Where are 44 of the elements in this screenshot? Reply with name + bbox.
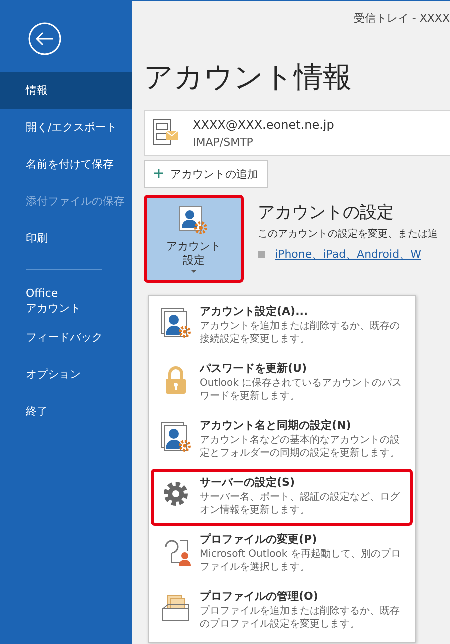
button-label-line: アカウント	[166, 240, 222, 254]
menu-item-title: アカウント設定(A)...	[200, 304, 310, 319]
account-gear-icon	[160, 421, 192, 453]
mobile-setup-link[interactable]: iPhone、iPad、Android、W	[275, 247, 422, 262]
menu-item[interactable]: パスワードを更新(U) Outlook に保存されているアカウントのパスワードを更新します。	[151, 355, 413, 412]
account-gear-icon	[160, 307, 192, 339]
account-gear-icon	[179, 206, 209, 236]
menu-item-title: パスワードを更新(U)	[200, 361, 308, 376]
account-type: IMAP/SMTP	[193, 136, 254, 148]
window-title: 受信トレイ - XXXX	[352, 11, 450, 26]
menu-item[interactable]: アカウント設定(A)... アカウントを追加または削除するか、既存の接続設定を変更します。	[151, 298, 413, 355]
menu-item-description: プロファイルを追加または削除するか、既存のプロファイル設定を変更します。	[200, 605, 401, 631]
sidebar-item[interactable]: Office アカウント	[0, 282, 132, 319]
menu-item-description: Outlook に保存されているアカウントのパスワードを更新します。	[200, 377, 404, 403]
menu-item-description: アカウントを追加または削除するか、既存の接続設定を変更します。	[200, 320, 401, 346]
sidebar-item[interactable]: 開く/エクスポート	[0, 109, 132, 146]
add-account-button[interactable]: + アカウントの追加	[144, 160, 268, 188]
menu-item-title: プロファイルの管理(O)	[200, 589, 320, 604]
menu-item-description: Microsoft Outlook を再起動して、別のプロファイルを選択します。	[200, 548, 402, 574]
menu-item-title: プロファイルの変更(P)	[200, 532, 318, 547]
bullet-icon	[258, 251, 265, 258]
menu-item[interactable]: プロファイルの変更(P) Microsoft Outlook を再起動して、別のプロファイルを選択します。	[151, 526, 413, 583]
menu-item-description: アカウント名などの基本的なアカウントの設定とフォルダーの同期の設定を更新します。	[200, 434, 401, 460]
sidebar-item[interactable]: 名前を付けて保存	[0, 146, 132, 183]
menu-item[interactable]: サーバーの設定(S) サーバー名、ポート、認証の設定など、ログオン情報を更新します。	[151, 469, 413, 526]
account-selector[interactable]: XXXX@XXX.eonet.ne.jp IMAP/SMTP	[144, 110, 450, 156]
sidebar-item[interactable]: 印刷	[0, 220, 132, 257]
page-heading: アカウント情報	[144, 59, 353, 96]
sidebar-item[interactable]: 終了	[0, 393, 132, 430]
sidebar-item[interactable]: オプション	[0, 356, 132, 393]
section-title: アカウントの設定	[258, 202, 395, 224]
mail-cabinet-icon	[153, 119, 179, 147]
button-label-line: 設定	[183, 254, 205, 268]
menu-item-title: アカウント名と同期の設定(N)	[200, 418, 352, 433]
menu-item[interactable]: アカウント名と同期の設定(N) アカウント名などの基本的なアカウントの設定とフォルダーの同期の設定を更新します。	[151, 412, 413, 469]
sidebar-item[interactable]: 情報	[0, 72, 132, 109]
menu-item-title: サーバーの設定(S)	[200, 475, 296, 490]
menu-item-description: サーバー名、ポート、認証の設定など、ログオン情報を更新します。	[200, 491, 401, 517]
account-settings-button[interactable]: アカウント 設定	[144, 195, 244, 283]
menu-item[interactable]: プロファイルの管理(O) プロファイルを追加または削除するか、既存のプロファイル設定を変更します。	[151, 583, 413, 640]
account-email: XXXX@XXX.eonet.ne.jp	[193, 118, 334, 132]
sidebar-item[interactable]: フィードバック	[0, 319, 132, 356]
section-description: このアカウントの設定を変更、または追	[258, 228, 438, 241]
caret-icon	[191, 270, 197, 272]
